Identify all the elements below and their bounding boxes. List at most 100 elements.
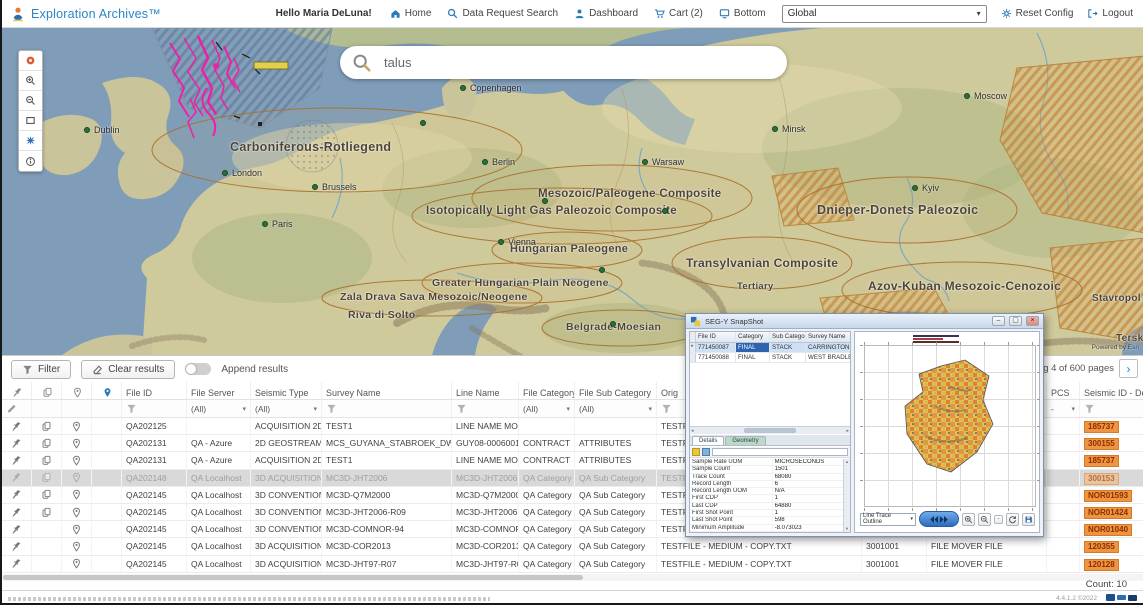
map-point-icon[interactable] [610, 321, 616, 327]
property-row[interactable]: Minimum Amplitude-8.073023 [690, 525, 843, 532]
map-point-icon[interactable] [420, 120, 426, 126]
city-dot-icon[interactable] [312, 184, 318, 190]
cell-copy[interactable] [32, 470, 62, 486]
column-header-file_category[interactable]: File Category [519, 382, 575, 399]
cell-copy[interactable] [32, 452, 62, 468]
append-results-toggle[interactable] [185, 363, 211, 375]
tab-geometry[interactable]: Geometry [725, 436, 765, 445]
app-logo[interactable]: Exploration Archives™ [10, 6, 161, 22]
dialog-titlebar[interactable]: SEG-Y SnapShot – ▢ × [686, 314, 1043, 329]
fast-forward-icon[interactable] [939, 514, 950, 525]
city-dot-icon[interactable] [84, 127, 90, 133]
cell-pin[interactable] [2, 504, 32, 520]
city-dot-icon[interactable] [772, 126, 778, 132]
column-header-pcs[interactable]: PCS [1047, 382, 1080, 399]
filter-button[interactable]: Filter [11, 360, 71, 379]
zoom-out-preview-icon[interactable] [978, 513, 991, 526]
cell-pin[interactable] [2, 487, 32, 503]
collapse-icon[interactable]: - [994, 515, 1003, 524]
nav-item-dashboard[interactable]: Dashboard [574, 8, 638, 19]
filter-cell-file_category[interactable]: (All)▾ [519, 400, 575, 417]
cell-pin[interactable] [2, 521, 32, 537]
column-header-pin[interactable] [2, 382, 32, 399]
column-header-marker[interactable] [62, 382, 92, 399]
property-vscrollbar[interactable]: ▴▾ [843, 459, 850, 532]
filter-cell-seismic_type[interactable]: (All)▾ [251, 400, 322, 417]
cell-marker[interactable] [62, 487, 92, 503]
column-header-seismic_id[interactable]: Seismic ID - Default [1080, 382, 1143, 399]
city-dot-icon[interactable] [460, 85, 466, 91]
minimize-icon[interactable]: – [992, 316, 1005, 326]
cell-copy[interactable] [32, 504, 62, 520]
snapshot-col-file-id[interactable]: File ID [696, 332, 736, 342]
grid-view-icon[interactable] [692, 448, 700, 456]
filter-cell-file_id[interactable] [122, 400, 187, 417]
cell-marker[interactable] [62, 435, 92, 451]
survey-outline-preview[interactable] [864, 345, 1036, 507]
action-reset-config[interactable]: Reset Config [1001, 8, 1074, 19]
filter-all-select[interactable]: (All)▾ [523, 404, 570, 414]
city-dot-icon[interactable] [262, 221, 268, 227]
property-row[interactable]: Last CDP64880 [690, 503, 843, 510]
seismic-id-badge[interactable]: 185737 [1084, 455, 1119, 467]
cell-marker[interactable] [62, 538, 92, 554]
filter-empty-select[interactable]: -▾ [1051, 404, 1075, 414]
column-header-copy[interactable] [32, 382, 62, 399]
map-search-bar[interactable] [340, 46, 787, 79]
filter-all-select[interactable]: (All)▾ [255, 404, 317, 414]
property-row[interactable]: Record Length UOMN/A [690, 488, 843, 495]
snapshot-row[interactable]: ▸771450087FINALSTACKCARRINGTON 3D [690, 343, 850, 353]
snapshot-col-survey-name[interactable]: Survey Name [806, 332, 850, 342]
horizontal-scrollbar[interactable] [2, 574, 1143, 581]
save-icon[interactable] [1022, 513, 1035, 526]
column-header-file_server[interactable]: File Server [187, 382, 251, 399]
column-header-file_id[interactable]: File ID [122, 382, 187, 399]
property-row[interactable]: Sample Rate UOMMICROSECONDS [690, 459, 843, 466]
basemap-tool[interactable] [19, 131, 42, 151]
refresh-icon[interactable] [1006, 513, 1019, 526]
column-header-seismic_type[interactable]: Seismic Type [251, 382, 322, 399]
property-row[interactable]: Record Length6 [690, 481, 843, 488]
nav-item-data-request-search[interactable]: Data Request Search [447, 8, 558, 19]
column-header-file_sub_category[interactable]: File Sub Category [575, 382, 657, 399]
filter-cell-line_name[interactable] [452, 400, 519, 417]
map-search-input[interactable] [382, 54, 775, 71]
snapshot-col-sub-category[interactable]: Sub Category [770, 332, 806, 342]
rewind-icon[interactable] [928, 514, 939, 525]
cell-marker[interactable] [62, 521, 92, 537]
seismic-id-badge[interactable]: 120355 [1084, 541, 1119, 553]
sort-icon[interactable] [702, 448, 710, 456]
snapshot-col-category[interactable]: Category [736, 332, 770, 342]
filter-all-select[interactable]: (All)▾ [191, 404, 246, 414]
map-view[interactable]: Carboniferous-RotliegendMesozoic/Paleoge… [2, 28, 1143, 355]
seismic-id-badge[interactable]: NOR01424 [1084, 507, 1132, 519]
column-header-bluepin[interactable] [92, 382, 122, 399]
clear-results-button[interactable]: Clear results [81, 360, 175, 379]
property-row[interactable]: First Shot Point1 [690, 510, 843, 517]
map-point-icon[interactable] [662, 208, 668, 214]
rectangle-select-tool[interactable] [19, 111, 42, 131]
seismic-id-badge[interactable]: NOR01040 [1084, 524, 1132, 536]
property-row[interactable]: Sample Count1501 [690, 466, 843, 473]
cell-marker[interactable] [62, 504, 92, 520]
cell-copy[interactable] [32, 418, 62, 434]
nav-item-home[interactable]: Home [390, 8, 432, 19]
cell-pin[interactable] [2, 556, 32, 572]
snapshot-grid-hscrollbar[interactable]: ◂▸ [690, 426, 850, 434]
zoom-in-preview-icon[interactable] [962, 513, 975, 526]
outline-select[interactable]: Line Trace Outline ▾ [860, 513, 916, 526]
filter-cell-pin[interactable] [2, 400, 32, 417]
snapshot-row[interactable]: 771450088FINALSTACKWEST BRADLEY 3D [690, 353, 850, 363]
table-row[interactable]: QA202145QA Localhost3D ACQUISITIONMC3D-J… [2, 556, 1143, 573]
nav-item-cart-2[interactable]: Cart (2) [654, 8, 703, 19]
tab-details[interactable]: Details [692, 436, 724, 445]
seismic-id-badge[interactable]: 185737 [1084, 421, 1119, 433]
city-dot-icon[interactable] [964, 93, 970, 99]
action-logout[interactable]: Logout [1087, 8, 1133, 19]
nav-item-bottom[interactable]: Bottom [719, 8, 766, 19]
maximize-icon[interactable]: ▢ [1009, 316, 1022, 326]
cell-pin[interactable] [2, 452, 32, 468]
cell-pin[interactable] [2, 538, 32, 554]
cell-pin[interactable] [2, 470, 32, 486]
filter-cell-survey_name[interactable] [322, 400, 452, 417]
